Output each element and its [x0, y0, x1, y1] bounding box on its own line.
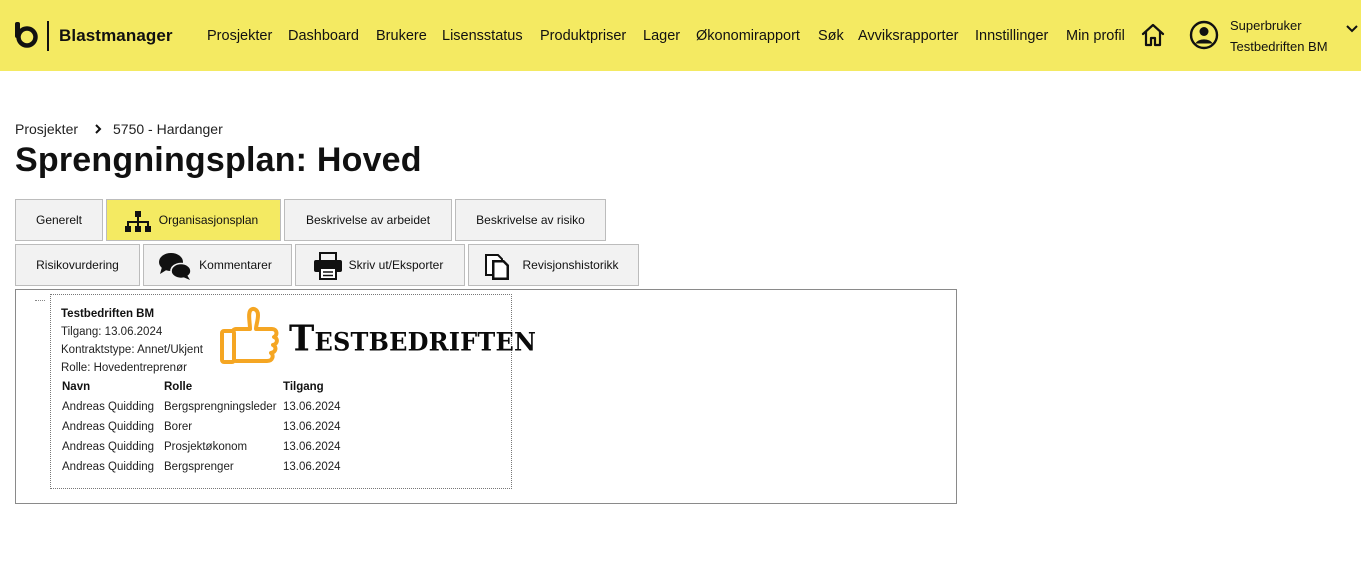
breadcrumb-project[interactable]: 5750 - Hardanger [113, 121, 223, 137]
nav-produktpriser[interactable]: Produktpriser [540, 28, 626, 44]
node-access: Tilgang: 13.06.2024 [61, 326, 163, 338]
member-access: 13.06.2024 [283, 461, 341, 473]
tab-generelt[interactable]: Generelt [15, 199, 103, 241]
member-name: Andreas Quidding [62, 461, 155, 473]
breadcrumb-prosjekter[interactable]: Prosjekter [15, 121, 78, 137]
tab-label: Skriv ut/Eksporter [348, 258, 444, 272]
tab-label: Organisasjonsplan [158, 213, 259, 227]
tab-label: Beskrivelse av arbeidet [305, 213, 431, 227]
member-name: Andreas Quidding [62, 401, 155, 413]
logo-divider [47, 21, 49, 51]
tab-kommentarer[interactable]: Kommentarer [143, 244, 292, 286]
tab-revisjonshistorikk[interactable]: Revisjonshistorikk [468, 244, 639, 286]
tab-beskrivelse-risiko[interactable]: Beskrivelse av risiko [455, 199, 606, 241]
company-logo-text: Testbedriften [289, 318, 537, 360]
user-avatar-icon[interactable] [1189, 20, 1219, 50]
nav-innstillinger[interactable]: Innstillinger [975, 28, 1048, 44]
member-name: Andreas Quidding [62, 441, 155, 453]
printer-icon [314, 252, 342, 280]
nav-sok[interactable]: Søk [818, 28, 844, 44]
tree-connector [35, 300, 45, 301]
member-name: Andreas Quidding [62, 421, 155, 433]
user-name[interactable]: Superbruker [1230, 18, 1302, 33]
nav-brukere[interactable]: Brukere [376, 28, 427, 44]
page-title: Sprengningsplan: Hoved [15, 141, 422, 179]
tab-label: Kommentarer [199, 258, 272, 272]
copy-documents-icon [485, 254, 509, 280]
tab-label: Beskrivelse av risiko [476, 213, 585, 227]
member-role: Prosjektøkonom [164, 441, 248, 453]
home-icon[interactable] [1140, 22, 1166, 48]
tab-beskrivelse-arbeidet[interactable]: Beskrivelse av arbeidet [284, 199, 452, 241]
member-access: 13.06.2024 [283, 441, 341, 453]
comments-icon [159, 253, 192, 280]
member-access: 13.06.2024 [283, 401, 341, 413]
breadcrumb-chevron-icon [95, 124, 102, 134]
tab-skriv-ut-eksporter[interactable]: Skriv ut/Eksporter [295, 244, 465, 286]
user-company[interactable]: Testbedriften BM [1230, 39, 1328, 54]
nav-lager[interactable]: Lager [643, 28, 680, 44]
tab-risikovurdering[interactable]: Risikovurdering [15, 244, 140, 286]
app-name[interactable]: Blastmanager [59, 26, 173, 46]
tab-label: Risikovurdering [36, 258, 119, 272]
nav-dashboard[interactable]: Dashboard [288, 28, 359, 44]
nav-prosjekter[interactable]: Prosjekter [207, 28, 272, 44]
blastmanager-logo-icon[interactable] [13, 22, 39, 48]
nav-okonomirapport[interactable]: Økonomirapport [696, 28, 800, 44]
node-company-name: Testbedriften BM [61, 308, 155, 320]
member-role: Bergsprenger [164, 461, 234, 473]
tab-label: Generelt [35, 213, 83, 227]
org-chart-icon [125, 211, 151, 232]
nav-min-profil[interactable]: Min profil [1066, 28, 1125, 44]
col-header-access: Tilgang [283, 381, 324, 393]
node-role: Rolle: Hovedentreprenør [61, 362, 187, 374]
member-access: 13.06.2024 [283, 421, 341, 433]
member-role: Bergsprengningsleder [164, 401, 277, 413]
tab-organisasjonsplan[interactable]: Organisasjonsplan [106, 199, 281, 241]
node-contract-type: Kontraktstype: Annet/Ukjent [61, 344, 203, 356]
col-header-role: Rolle [164, 381, 193, 393]
top-navigation-bar: Blastmanager Prosjekter Dashboard Bruker… [0, 0, 1361, 71]
nav-lisensstatus[interactable]: Lisensstatus [442, 28, 523, 44]
chevron-down-icon[interactable] [1345, 22, 1359, 36]
thumbs-up-logo-icon [220, 306, 279, 364]
member-role: Borer [164, 421, 193, 433]
nav-avviksrapporter[interactable]: Avviksrapporter [858, 28, 958, 44]
col-header-name: Navn [62, 381, 91, 393]
tab-label: Revisjonshistorikk [522, 258, 619, 272]
